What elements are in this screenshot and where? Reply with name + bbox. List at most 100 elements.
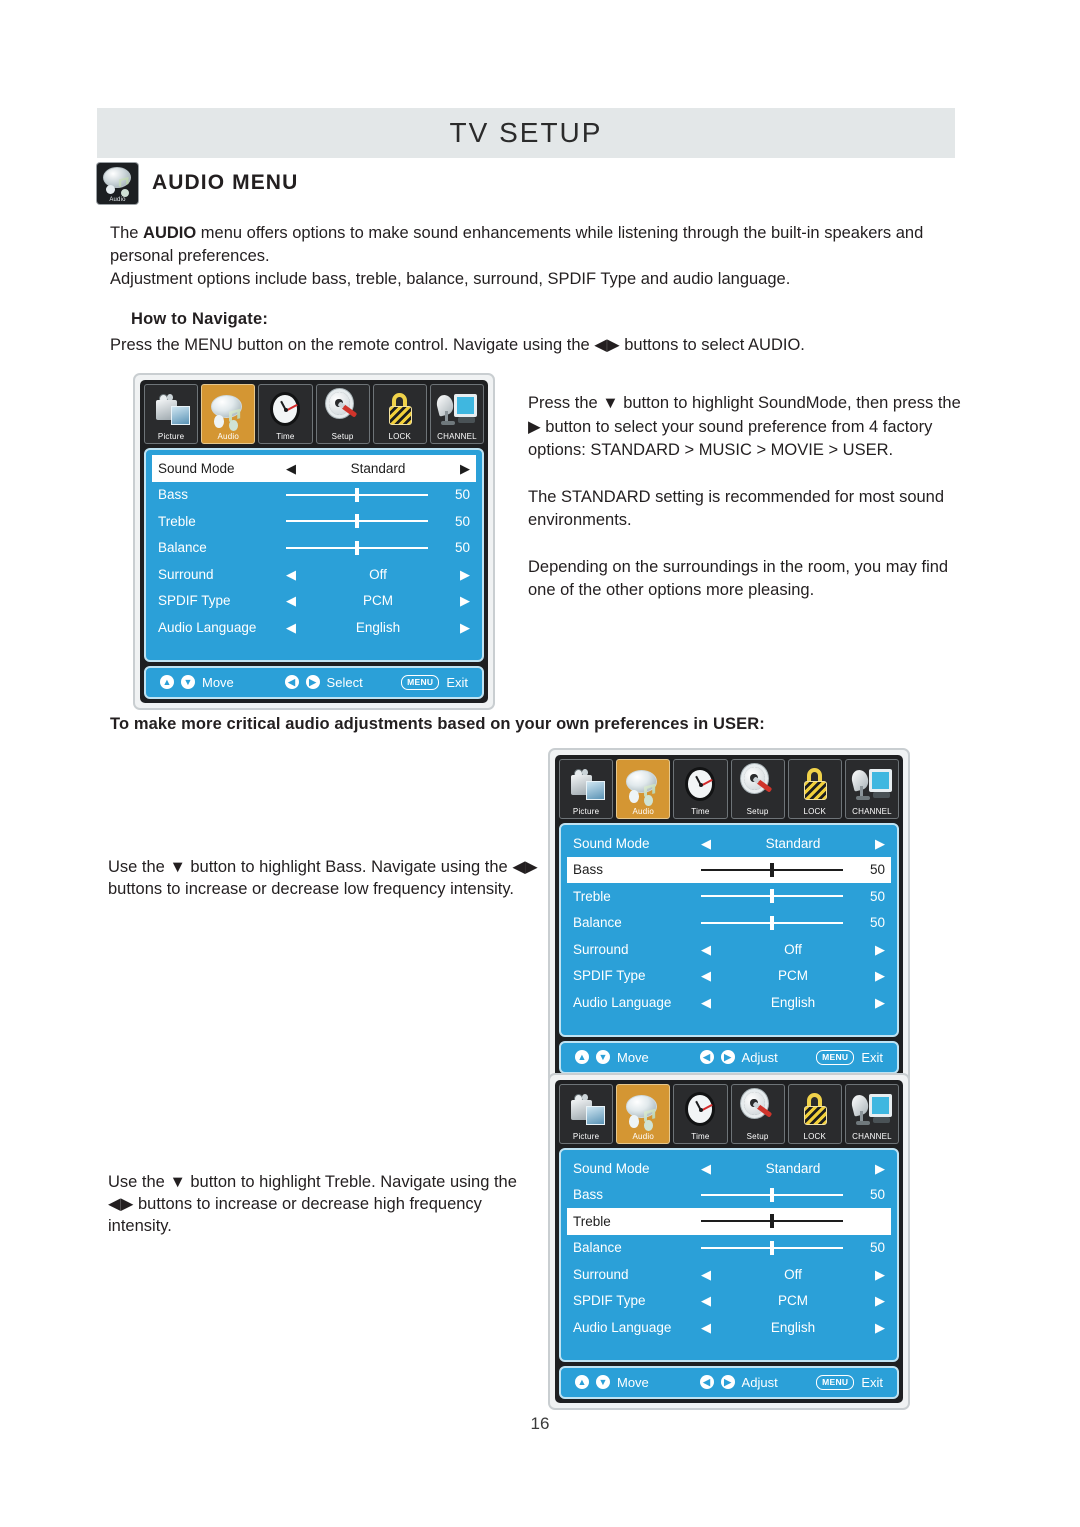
- slider-thumb[interactable]: [355, 540, 359, 555]
- up-button-icon[interactable]: ▲: [575, 1050, 589, 1064]
- slider-thumb[interactable]: [770, 889, 774, 904]
- bass-slider[interactable]: [286, 487, 428, 502]
- slider-thumb[interactable]: [770, 1187, 774, 1202]
- right-arrow-icon[interactable]: ▶: [460, 568, 470, 581]
- option-control[interactable]: ◀ English ▶: [701, 995, 885, 1010]
- tab-time[interactable]: Time: [258, 384, 313, 444]
- tab-picture[interactable]: Picture: [559, 1084, 614, 1144]
- down-button-icon[interactable]: ▼: [596, 1050, 610, 1064]
- up-button-icon[interactable]: ▲: [575, 1375, 589, 1389]
- row-sound-mode[interactable]: Sound Mode ◀ Standard ▶: [152, 455, 476, 482]
- option-control[interactable]: ◀ PCM ▶: [701, 1293, 885, 1308]
- slider-thumb[interactable]: [770, 862, 774, 877]
- slider-thumb[interactable]: [770, 1240, 774, 1255]
- tab-time[interactable]: Time: [673, 1084, 728, 1144]
- menu-key-icon[interactable]: MENU: [816, 1049, 855, 1065]
- tab-audio[interactable]: Audio: [616, 1084, 671, 1144]
- tab-setup[interactable]: Setup: [315, 384, 370, 444]
- left-button-icon[interactable]: ◀: [699, 1375, 714, 1389]
- tab-time[interactable]: Time: [673, 759, 728, 819]
- slider-thumb[interactable]: [355, 514, 359, 529]
- row-sound-mode[interactable]: Sound Mode ◀ Standard ▶: [567, 1155, 891, 1182]
- row-surround[interactable]: Surround ◀ Off ▶: [567, 1261, 891, 1288]
- option-control[interactable]: ◀ Off ▶: [701, 1267, 885, 1282]
- up-button-icon[interactable]: ▲: [160, 675, 174, 689]
- right-arrow-icon[interactable]: ▶: [875, 1268, 885, 1281]
- left-button-icon[interactable]: ◀: [699, 1050, 714, 1064]
- right-arrow-icon[interactable]: ▶: [875, 1162, 885, 1175]
- tab-audio[interactable]: Audio: [616, 759, 671, 819]
- left-arrow-icon[interactable]: ◀: [701, 1162, 711, 1175]
- row-sound-mode[interactable]: Sound Mode ◀ Standard ▶: [567, 830, 891, 857]
- treble-slider[interactable]: [286, 514, 428, 529]
- right-arrow-icon[interactable]: ▶: [875, 837, 885, 850]
- row-surround[interactable]: Surround ◀ Off ▶: [567, 936, 891, 963]
- down-button-icon[interactable]: ▼: [181, 675, 195, 689]
- left-arrow-icon[interactable]: ◀: [701, 943, 711, 956]
- tab-setup[interactable]: Setup: [730, 759, 785, 819]
- bass-slider[interactable]: [701, 862, 843, 877]
- row-spdif-type[interactable]: SPDIF Type ◀ PCM ▶: [152, 588, 476, 615]
- bass-slider[interactable]: [701, 1187, 843, 1202]
- tab-setup[interactable]: Setup: [730, 1084, 785, 1144]
- right-button-icon[interactable]: ▶: [720, 1375, 735, 1389]
- left-arrow-icon[interactable]: ◀: [701, 837, 711, 850]
- right-arrow-icon[interactable]: ▶: [875, 969, 885, 982]
- left-arrow-icon[interactable]: ◀: [701, 996, 711, 1009]
- option-control[interactable]: ◀ Off ▶: [701, 942, 885, 957]
- tab-lock[interactable]: LOCK: [372, 384, 427, 444]
- left-arrow-icon[interactable]: ◀: [701, 1321, 711, 1334]
- left-arrow-icon[interactable]: ◀: [286, 594, 296, 607]
- right-arrow-icon[interactable]: ▶: [875, 1321, 885, 1334]
- down-button-icon[interactable]: ▼: [596, 1375, 610, 1389]
- right-arrow-icon[interactable]: ▶: [460, 621, 470, 634]
- option-control[interactable]: ◀ Standard ▶: [286, 461, 470, 476]
- left-arrow-icon[interactable]: ◀: [701, 969, 711, 982]
- option-control[interactable]: ◀ Standard ▶: [701, 836, 885, 851]
- row-surround[interactable]: Surround ◀ Off ▶: [152, 561, 476, 588]
- row-spdif-type[interactable]: SPDIF Type ◀ PCM ▶: [567, 1288, 891, 1315]
- left-arrow-icon[interactable]: ◀: [286, 621, 296, 634]
- row-balance[interactable]: Balance 50: [152, 535, 476, 562]
- row-treble[interactable]: Treble: [567, 1208, 891, 1235]
- row-spdif-type[interactable]: SPDIF Type ◀ PCM ▶: [567, 963, 891, 990]
- tab-picture[interactable]: Picture: [144, 384, 199, 444]
- right-button-icon[interactable]: ▶: [720, 1050, 735, 1064]
- row-audio-language[interactable]: Audio Language ◀ English ▶: [152, 614, 476, 641]
- right-arrow-icon[interactable]: ▶: [875, 1294, 885, 1307]
- row-balance[interactable]: Balance 50: [567, 1235, 891, 1262]
- left-button-icon[interactable]: ◀: [284, 675, 299, 689]
- row-treble[interactable]: Treble 50: [152, 508, 476, 535]
- balance-slider[interactable]: [286, 540, 428, 555]
- tab-audio[interactable]: Audio: [201, 384, 256, 444]
- option-control[interactable]: ◀ English ▶: [701, 1320, 885, 1335]
- right-arrow-icon[interactable]: ▶: [875, 943, 885, 956]
- slider-thumb[interactable]: [355, 487, 359, 502]
- tab-channel[interactable]: CHANNEL: [429, 384, 485, 444]
- balance-slider[interactable]: [701, 1240, 843, 1255]
- right-arrow-icon[interactable]: ▶: [460, 594, 470, 607]
- balance-slider[interactable]: [701, 915, 843, 930]
- option-control[interactable]: ◀ English ▶: [286, 620, 470, 635]
- tab-lock[interactable]: LOCK: [787, 1084, 842, 1144]
- left-arrow-icon[interactable]: ◀: [286, 568, 296, 581]
- option-control[interactable]: ◀ PCM ▶: [701, 968, 885, 983]
- row-balance[interactable]: Balance 50: [567, 910, 891, 937]
- row-audio-language[interactable]: Audio Language ◀ English ▶: [567, 989, 891, 1016]
- tab-channel[interactable]: CHANNEL: [844, 759, 900, 819]
- right-button-icon[interactable]: ▶: [305, 675, 320, 689]
- row-treble[interactable]: Treble 50: [567, 883, 891, 910]
- row-bass[interactable]: Bass 50: [567, 856, 891, 883]
- row-bass[interactable]: Bass 50: [567, 1182, 891, 1209]
- right-arrow-icon[interactable]: ▶: [875, 996, 885, 1009]
- left-arrow-icon[interactable]: ◀: [701, 1294, 711, 1307]
- tab-lock[interactable]: LOCK: [787, 759, 842, 819]
- row-audio-language[interactable]: Audio Language ◀ English ▶: [567, 1314, 891, 1341]
- left-arrow-icon[interactable]: ◀: [701, 1268, 711, 1281]
- left-arrow-icon[interactable]: ◀: [286, 462, 296, 475]
- treble-slider[interactable]: [701, 889, 843, 904]
- menu-key-icon[interactable]: MENU: [816, 1374, 855, 1390]
- option-control[interactable]: ◀ Standard ▶: [701, 1161, 885, 1176]
- tab-channel[interactable]: CHANNEL: [844, 1084, 900, 1144]
- option-control[interactable]: ◀ Off ▶: [286, 567, 470, 582]
